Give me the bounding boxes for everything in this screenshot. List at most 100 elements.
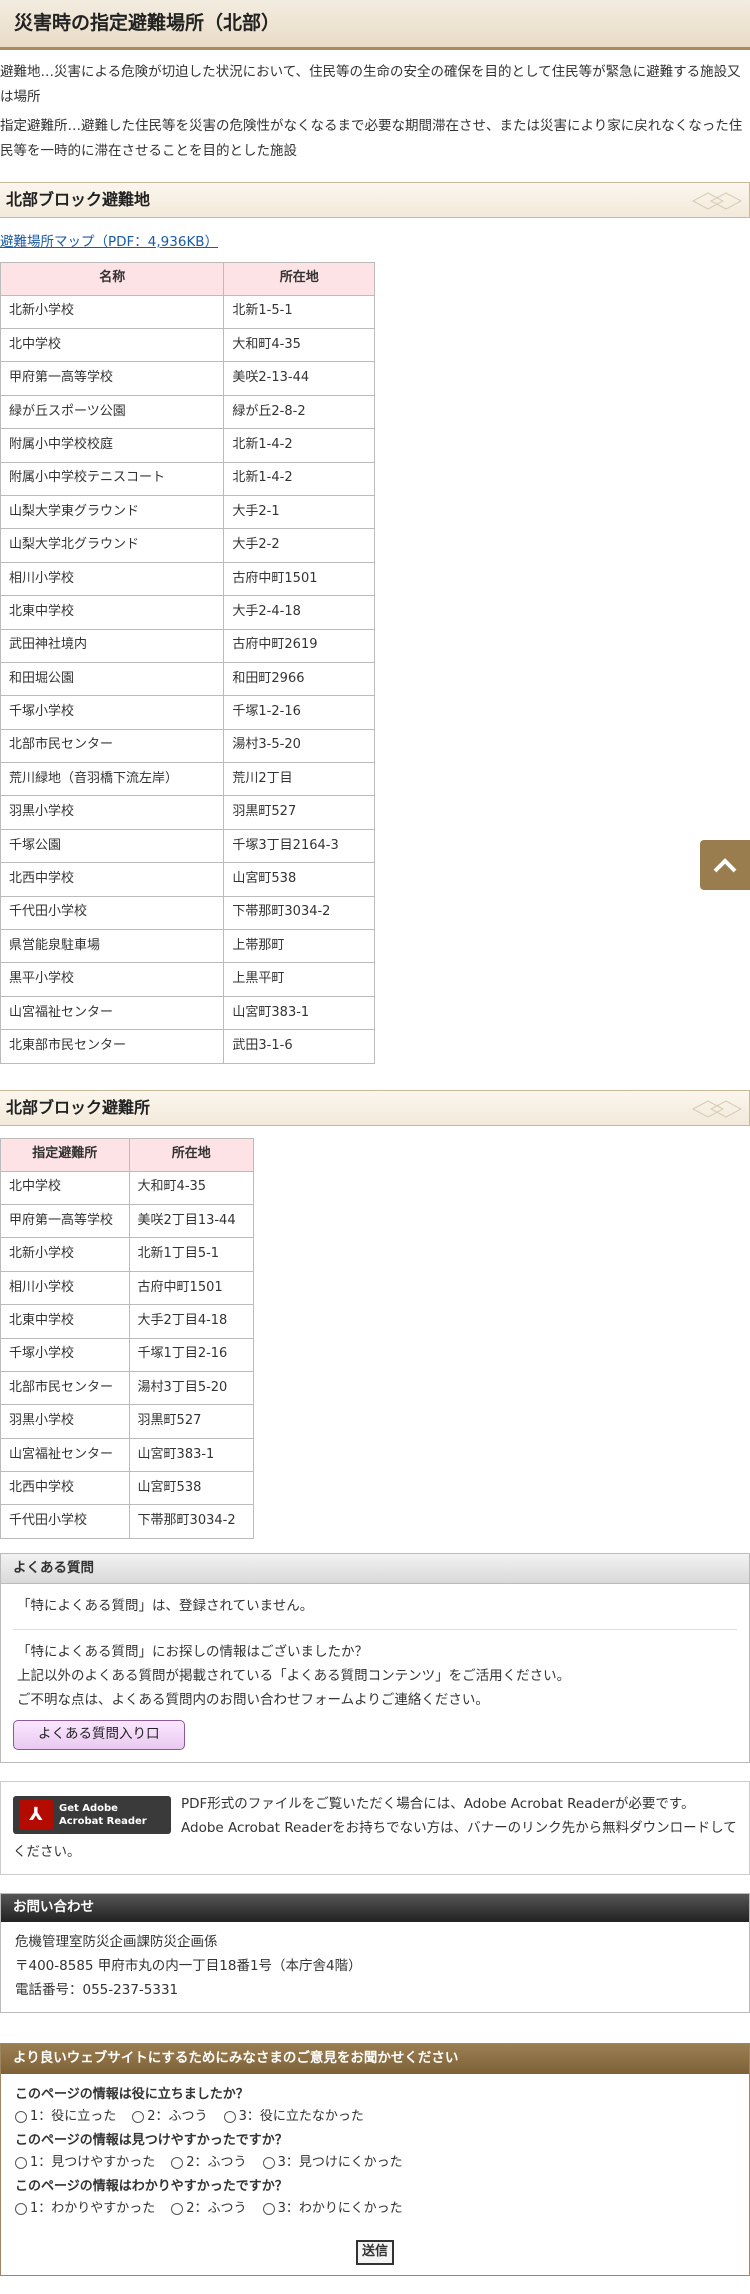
cell-name: 千塚公園	[0, 828, 225, 864]
survey-option-label: 2：ふつう	[186, 2155, 247, 2171]
radio-button[interactable]	[15, 2157, 27, 2170]
table-row: 千塚小学校 千塚1-2-16	[0, 695, 375, 730]
cell-name: 甲府第一高等学校	[0, 1203, 130, 1239]
cell-address: 北新1-4-2	[223, 461, 375, 496]
cell-address: 山宮町383-1	[223, 995, 375, 1031]
cell-address: 武田3-1-6	[223, 1029, 375, 1064]
page-title: 災害時の指定避難場所（北部）	[14, 12, 281, 35]
survey-question: このページの情報は見つけやすかったですか？	[15, 2133, 288, 2149]
table-row: 北新小学校 北新1-5-1	[0, 294, 375, 329]
adobe-pdf-icon: ⅄	[19, 1800, 53, 1831]
radio-button[interactable]	[171, 2157, 184, 2170]
definition-evacuation-area: 避難地…災害による危険が切迫した状況において、住民等の生命の安全の確保を目的とし…	[0, 64, 741, 105]
adobe-banner-text: Get Adobe Acrobat Reader	[59, 1802, 147, 1828]
survey-option[interactable]: 3：役に立たなかった	[223, 2106, 364, 2128]
radio-button[interactable]	[262, 2157, 275, 2170]
survey-option[interactable]: 1：わかりやすかった	[15, 2198, 155, 2220]
table-row: 千塚小学校 千塚1丁目2-16	[0, 1337, 255, 1372]
page: 災害時の指定避難場所（北部） 避難地…災害による危険が切迫した状況において、住民…	[0, 0, 750, 2288]
table-row: 千代田小学校 下帯那町3034-2	[0, 895, 375, 931]
cell-address: 山宮町383-1	[128, 1437, 255, 1473]
faq-entrance-button[interactable]: よくある質問入り口	[13, 1720, 185, 1751]
table-header-row: 名称 所在地	[0, 261, 375, 296]
table-row: 附属小中学校テニスコート 北新1-4-2	[0, 461, 375, 496]
cell-address: 湯村3-5-20	[223, 728, 375, 764]
survey-option-label: 1：わかりやすかった	[30, 2201, 156, 2217]
adobe-reader-box: ⅄ Get Adobe Acrobat Reader PDF形式のファイルをご覧…	[0, 1781, 750, 1876]
cell-name: 千塚小学校	[0, 695, 225, 730]
cell-address: 大手2-4-18	[223, 595, 375, 630]
survey-option[interactable]: 2：ふつう	[171, 2152, 247, 2174]
cell-name: 山梨大学東グラウンド	[0, 494, 225, 530]
table-row: 北東中学校 大手2-4-18	[0, 595, 375, 630]
table-row: 甲府第一高等学校 美咲2丁目13-44	[0, 1203, 255, 1239]
cell-name: 武田神社境内	[0, 628, 225, 663]
survey-option-label: 2：ふつう	[186, 2201, 247, 2217]
faq-box: よくある質問 「特によくある質問」は、登録されていません。 「特によくある質問」…	[0, 1552, 750, 1764]
cell-name: 北東中学校	[0, 1304, 130, 1339]
radio-button[interactable]	[171, 2203, 184, 2216]
survey-option[interactable]: 3：わかりにくかった	[262, 2198, 403, 2220]
survey-option[interactable]: 2：ふつう	[132, 2106, 208, 2128]
table-header-row: 指定避難所 所在地	[0, 1137, 255, 1172]
contact-heading: お問い合わせ	[1, 1894, 749, 1923]
table-row: 附属小中学校校庭 北新1-4-2	[0, 428, 375, 463]
survey-option-label: 3：役に立たなかった	[238, 2109, 364, 2125]
cell-name: 県営能泉駐車場	[0, 929, 225, 964]
cell-name: 黒平小学校	[0, 962, 225, 997]
survey-option[interactable]: 1：役に立った	[15, 2106, 116, 2128]
definitions: 避難地…災害による危険が切迫した状況において、住民等の生命の安全の確保を目的とし…	[0, 50, 750, 164]
table-row: 北西中学校 山宮町538	[0, 1471, 255, 1506]
radio-button[interactable]	[15, 2203, 27, 2216]
table-row: 山宮福祉センター 山宮町383-1	[0, 1437, 255, 1473]
cell-name: 北東中学校	[0, 595, 225, 630]
table-row: 黒平小学校 上黒平町	[0, 962, 375, 997]
survey-option[interactable]: 2：ふつう	[171, 2198, 247, 2220]
table-row: 北中学校 大和町4-35	[0, 327, 375, 363]
survey-body: このページの情報は役に立ちましたか？ 1：役に立った 2：ふつう 3：役に立たなかった…	[1, 2074, 749, 2232]
cell-name: 緑が丘スポーツ公園	[0, 394, 225, 430]
evacuation-map-pdf-link[interactable]: 避難場所マップ（PDF：4,936KB）	[0, 232, 218, 254]
radio-button[interactable]	[262, 2203, 275, 2216]
radio-button[interactable]	[223, 2111, 236, 2124]
cell-name: 附属小中学校校庭	[0, 428, 225, 463]
survey-options: 1：役に立った 2：ふつう 3：役に立たなかった	[15, 2106, 735, 2128]
survey-submit-button[interactable]: 送信	[355, 2240, 394, 2265]
table-row: 北西中学校 山宮町538	[0, 862, 375, 897]
adobe-banner-line1: Get Adobe	[59, 1803, 118, 1815]
radio-button[interactable]	[15, 2111, 27, 2124]
chevron-up-icon	[713, 858, 737, 873]
survey-box: より良いウェブサイトにするためにみなさまのご意見をお聞かせください このページの…	[0, 2043, 750, 2276]
cell-name: 北部市民センター	[0, 728, 225, 764]
cell-address: 美咲2丁目13-44	[128, 1203, 255, 1239]
back-to-top-button[interactable]	[700, 840, 750, 890]
table-row: 相川小学校 古府中町1501	[0, 1270, 255, 1306]
shelters-table: 指定避難所 所在地 北中学校 大和町4-35 甲府第一高等学校 美咲2丁目13-44 北…	[0, 1137, 255, 1539]
cell-address: 羽黒町527	[223, 795, 375, 830]
survey-option[interactable]: 3：見つけにくかった	[262, 2152, 403, 2174]
survey-option[interactable]: 1：見つけやすかった	[15, 2152, 155, 2174]
cell-name: 千代田小学校	[0, 895, 225, 931]
evacuation-areas-table: 名称 所在地 北新小学校 北新1-5-1 北中学校 大和町4-35 甲府第一高等学校 美咲…	[0, 261, 375, 1064]
get-adobe-reader-banner[interactable]: ⅄ Get Adobe Acrobat Reader	[13, 1796, 171, 1835]
cell-address: 下帯那町3034-2	[223, 895, 375, 931]
column-header-shelter: 指定避難所	[0, 1137, 130, 1172]
table-row: 北新小学校 北新1丁目5-1	[0, 1237, 255, 1272]
table-row: 北東中学校 大手2丁目4-18	[0, 1304, 255, 1339]
cell-address: 山宮町538	[223, 862, 375, 897]
cell-name: 甲府第一高等学校	[0, 361, 225, 396]
cell-address: 美咲2-13-44	[223, 361, 375, 396]
survey-question: このページの情報は役に立ちましたか？	[15, 2087, 249, 2103]
table-row: 緑が丘スポーツ公園 緑が丘2-8-2	[0, 394, 375, 430]
cell-address: 千塚3丁目2164-3	[223, 828, 375, 864]
contact-department: 危機管理室防災企画課防災企画係	[15, 1934, 218, 1951]
cell-address: 湯村3丁目5-20	[128, 1370, 255, 1406]
cell-address: 上黒平町	[223, 962, 375, 997]
radio-button[interactable]	[132, 2111, 145, 2124]
survey-options: 1：わかりやすかった 2：ふつう 3：わかりにくかった	[15, 2198, 735, 2220]
cell-name: 北東部市民センター	[0, 1029, 225, 1064]
faq-more-line: 「特によくある質問」にお探しの情報はございましたか？	[17, 1644, 368, 1661]
page-title-bar: 災害時の指定避難場所（北部）	[0, 0, 750, 50]
cell-address: 羽黒町527	[128, 1404, 255, 1439]
survey-option-label: 1：役に立った	[30, 2109, 117, 2125]
